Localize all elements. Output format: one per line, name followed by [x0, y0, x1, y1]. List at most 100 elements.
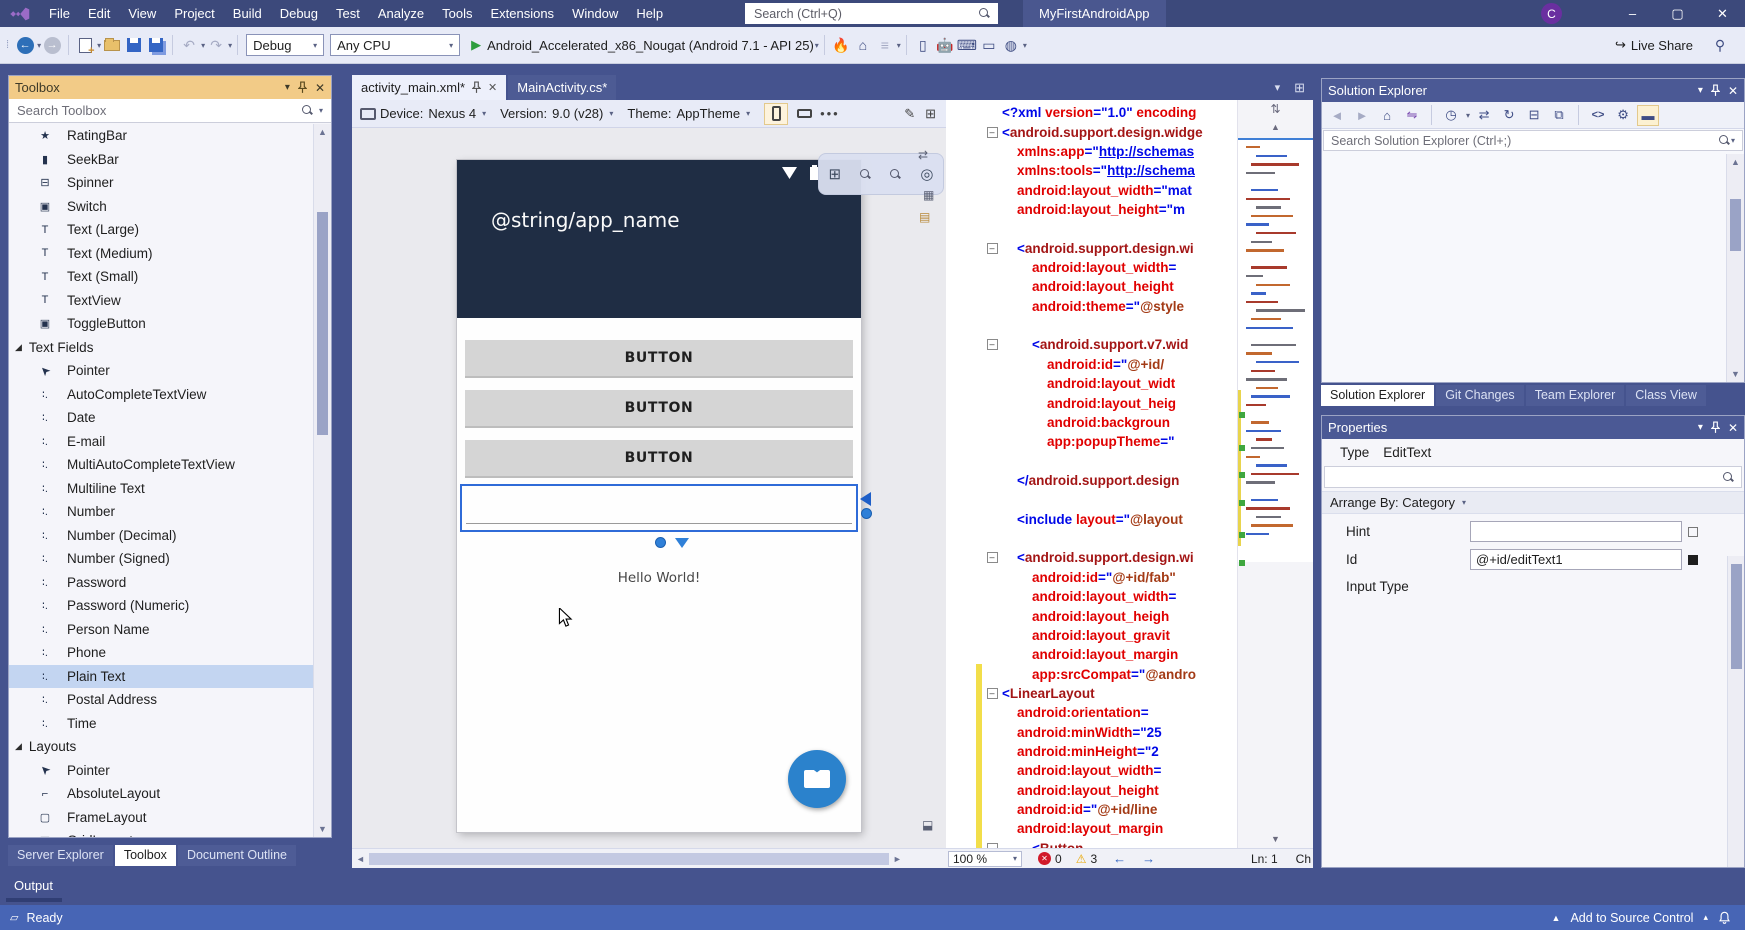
scroll-thumb[interactable] [369, 853, 889, 865]
toolbox-item-plain-text[interactable]: ∶.Plain Text [9, 665, 313, 689]
code-line-8[interactable]: – <android.support.design.wi [946, 239, 1237, 258]
back-icon[interactable]: ◄ [1326, 105, 1348, 126]
android-button-1[interactable]: BUTTON [465, 340, 853, 378]
save-all-button[interactable] [145, 34, 167, 56]
code-line-17[interactable]: android:backgroun [946, 413, 1237, 432]
pending-changes-filter-icon[interactable]: ◷ [1440, 105, 1462, 126]
code-line-15[interactable]: android:layout_widt [946, 374, 1237, 393]
properties-scrollbar[interactable] [1727, 556, 1744, 867]
code-line-2[interactable]: –<android.support.design.widge [946, 122, 1237, 141]
toolbox-item-password-numeric-[interactable]: ∶.Password (Numeric) [9, 594, 313, 618]
feedback-icon[interactable]: ⚲ [1709, 34, 1731, 56]
toolbox-item-number-decimal-[interactable]: ∶.Number (Decimal) [9, 524, 313, 548]
toolbox-item-date[interactable]: ∶.Date [9, 406, 313, 430]
toolbox-item-framelayout[interactable]: ▢FrameLayout [9, 806, 313, 830]
zoom-in-icon[interactable] [890, 169, 901, 180]
code-line-22[interactable]: <include layout="@layout [946, 510, 1237, 529]
code-line-24[interactable]: – <android.support.design.wi [946, 548, 1237, 567]
hello-world-label[interactable]: Hello World! [457, 570, 861, 586]
code-line-32[interactable]: android:orientation= [946, 703, 1237, 722]
code-line-37[interactable]: android:id="@+id/line [946, 800, 1237, 819]
code-line-6[interactable]: android:layout_height="m [946, 200, 1237, 219]
solution-search-input[interactable]: Search Solution Explorer (Ctrl+;) ▾ [1323, 130, 1743, 151]
android-button-3[interactable]: BUTTON [465, 440, 853, 478]
scroll-up-icon[interactable]: ▲ [314, 127, 331, 137]
close-icon[interactable]: ✕ [1728, 421, 1738, 435]
fold-collapse-icon[interactable]: – [987, 339, 998, 350]
android-device-manager-icon[interactable]: 🤖 [934, 34, 956, 56]
code-line-27[interactable]: android:layout_heigh [946, 606, 1237, 625]
zoom-dropdown[interactable]: 100 %▾ [948, 851, 1022, 867]
view-code-icon[interactable]: <> [1587, 105, 1609, 126]
undo-button[interactable]: ↶ [178, 34, 200, 56]
grid-view-icon[interactable]: ⊞ [829, 165, 842, 183]
resize-handle-bottom[interactable] [655, 537, 666, 548]
toolbox-item-pointer[interactable]: ➤Pointer [9, 759, 313, 783]
menu-build[interactable]: Build [224, 0, 271, 27]
configuration-dropdown[interactable]: Debug▾ [246, 34, 324, 56]
code-line-16[interactable]: android:layout_heig [946, 393, 1237, 412]
code-line-35[interactable]: android:layout_width= [946, 761, 1237, 780]
pin-icon[interactable] [472, 81, 481, 94]
home-icon[interactable]: ⌂ [1376, 105, 1398, 126]
scroll-down-icon[interactable]: ▼ [314, 824, 331, 834]
menu-test[interactable]: Test [327, 0, 369, 27]
fold-collapse-icon[interactable]: – [987, 552, 998, 563]
editor-minimap[interactable]: ⇅ ▲ ▼ [1237, 100, 1313, 848]
adb-terminal-icon[interactable]: ⌨ [956, 34, 978, 56]
navigate-back-icon[interactable]: ← [1113, 851, 1126, 866]
pin-icon[interactable] [1711, 421, 1720, 434]
resize-handle-right[interactable] [861, 508, 872, 519]
menu-analyze[interactable]: Analyze [369, 0, 433, 27]
code-line-20[interactable]: </android.support.design [946, 471, 1237, 490]
menu-file[interactable]: File [40, 0, 79, 27]
window-position-caret-icon[interactable]: ▾ [1698, 422, 1703, 433]
home-icon[interactable]: ⌂ [852, 34, 874, 56]
code-line-21[interactable] [946, 490, 1237, 509]
scroll-thumb[interactable] [1731, 564, 1742, 669]
toolbox-item-ratingbar[interactable]: ★RatingBar [9, 124, 313, 148]
code-line-26[interactable]: android:layout_width= [946, 587, 1237, 606]
zoom-actual-icon[interactable]: ◎ [920, 165, 933, 183]
scroll-down-icon[interactable]: ▼ [1271, 834, 1280, 844]
toolbox-item-textview[interactable]: TTextView [9, 289, 313, 313]
debug-profiler-icon[interactable]: 🔥 [830, 34, 852, 56]
arrange-by-dropdown[interactable]: Arrange By: Category▾ [1322, 491, 1744, 514]
toolbox-item-multiline-text[interactable]: ∶.Multiline Text [9, 477, 313, 501]
toolbox-item-pointer[interactable]: ➤Pointer [9, 359, 313, 383]
menu-view[interactable]: View [119, 0, 165, 27]
anchor-handle-left-icon[interactable] [860, 492, 871, 506]
close-icon[interactable]: ✕ [488, 81, 497, 94]
id-binding-square[interactable] [1688, 555, 1698, 565]
navigate-forward-button[interactable]: → [41, 34, 63, 56]
toolbox-item-text-large-[interactable]: TText (Large) [9, 218, 313, 242]
edittext-selected[interactable] [460, 484, 858, 532]
code-line-30[interactable]: app:srcCompat="@andro [946, 664, 1237, 683]
zoom-fit-icon[interactable] [860, 169, 871, 180]
navigate-forward-icon[interactable]: → [1142, 851, 1155, 866]
code-line-38[interactable]: android:layout_margin [946, 819, 1237, 838]
toolbox-item-switch[interactable]: ▣Switch [9, 195, 313, 219]
code-line-31[interactable]: –<LinearLayout [946, 684, 1237, 703]
device-dropdown[interactable]: Device:Nexus 4▾ [380, 106, 486, 121]
tab-class-view[interactable]: Class View [1626, 385, 1706, 406]
live-share-button[interactable]: ↪ Live Share [1615, 37, 1693, 53]
scroll-thumb[interactable] [1730, 199, 1741, 251]
forward-icon[interactable]: ► [1351, 105, 1373, 126]
hint-binding-square[interactable] [1688, 527, 1698, 537]
code-line-4[interactable]: xmlns:tools="http://schema [946, 161, 1237, 180]
menu-help[interactable]: Help [627, 0, 672, 27]
run-button[interactable]: ▶ Android_Accelerated_x86_Nougat (Androi… [471, 37, 819, 53]
toolbox-section-text-fields[interactable]: ◢Text Fields [9, 336, 313, 360]
refresh-icon[interactable]: ↻ [1498, 105, 1520, 126]
code-line-10[interactable]: android:layout_height [946, 277, 1237, 296]
menu-window[interactable]: Window [563, 0, 627, 27]
landscape-orientation-button[interactable] [792, 103, 816, 125]
properties-wrench-icon[interactable]: ⚙ [1612, 105, 1634, 126]
toolbox-item-multiautocompletetextview[interactable]: ∶.MultiAutoCompleteTextView [9, 453, 313, 477]
code-line-3[interactable]: xmlns:app="http://schemas [946, 142, 1237, 161]
tab-solution-explorer[interactable]: Solution Explorer [1321, 385, 1434, 406]
toolbox-item-postal-address[interactable]: ∶.Postal Address [9, 688, 313, 712]
toolbox-item-seekbar[interactable]: ▮SeekBar [9, 148, 313, 172]
code-line-1[interactable]: <?xml version="1.0" encoding [946, 103, 1237, 122]
